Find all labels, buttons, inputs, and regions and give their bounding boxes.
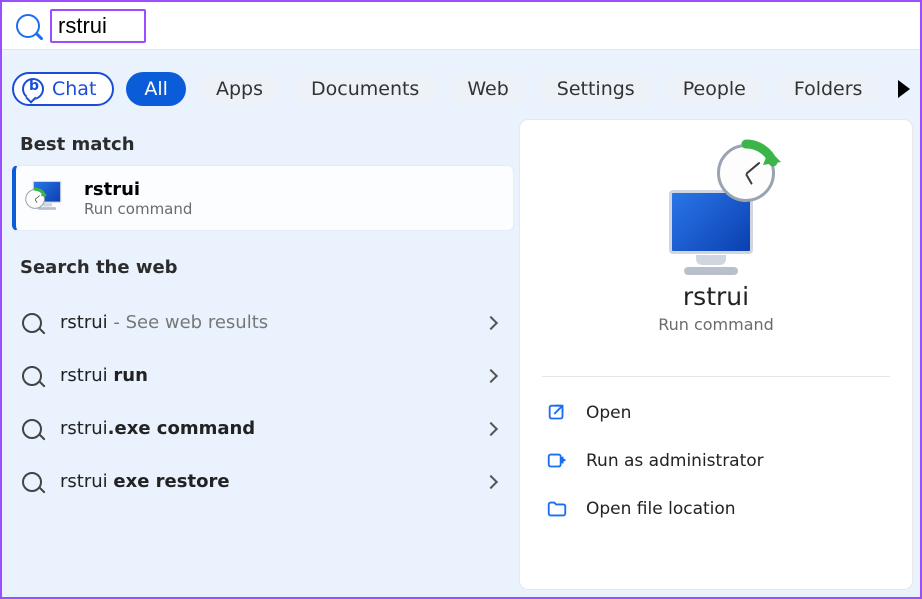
content-body: Best match rstrui Run command Search the…	[2, 120, 920, 589]
chat-label: Chat	[52, 78, 96, 100]
action-run-admin[interactable]: Run as administrator	[532, 437, 900, 485]
action-list: Open Run as administrator Open file loca…	[520, 383, 912, 539]
system-restore-icon	[661, 150, 771, 260]
best-match-title: rstrui	[84, 179, 192, 200]
search-bar	[2, 2, 920, 50]
web-result[interactable]: rstrui exe restore	[12, 455, 514, 508]
best-match-text: rstrui Run command	[84, 179, 192, 218]
filter-people[interactable]: People	[665, 72, 764, 106]
filter-folders[interactable]: Folders	[776, 72, 881, 106]
best-match-item[interactable]: rstrui Run command	[12, 165, 514, 231]
more-filters-arrow-icon[interactable]	[898, 80, 910, 98]
filter-all[interactable]: All	[126, 72, 186, 106]
search-icon	[22, 419, 42, 439]
chevron-right-icon	[484, 315, 498, 329]
bing-chat-icon	[22, 78, 44, 100]
search-icon	[22, 366, 42, 386]
filter-apps[interactable]: Apps	[198, 72, 281, 106]
results-column: Best match rstrui Run command Search the…	[6, 120, 520, 589]
detail-pane: rstrui Run command Open Run as administr…	[520, 120, 912, 589]
open-icon	[546, 402, 568, 424]
filter-settings[interactable]: Settings	[539, 72, 653, 106]
filter-row: Chat All Apps Documents Web Settings Peo…	[2, 50, 920, 120]
shield-icon	[546, 450, 568, 472]
web-result-text: rstrui exe restore	[60, 471, 230, 492]
action-label: Open	[586, 403, 631, 423]
search-icon	[22, 472, 42, 492]
chat-pill[interactable]: Chat	[12, 72, 114, 106]
search-input[interactable]	[58, 13, 138, 39]
chevron-right-icon	[484, 474, 498, 488]
system-restore-icon	[30, 191, 44, 205]
separator	[542, 376, 890, 377]
web-heading: Search the web	[12, 251, 514, 288]
web-result-text: rstrui - See web results	[60, 312, 268, 333]
web-result-text: rstrui run	[60, 365, 148, 386]
chevron-right-icon	[484, 368, 498, 382]
detail-subtitle: Run command	[658, 315, 774, 334]
folder-icon	[546, 498, 568, 520]
action-open[interactable]: Open	[532, 389, 900, 437]
web-result[interactable]: rstrui - See web results	[12, 296, 514, 349]
filter-web[interactable]: Web	[449, 72, 526, 106]
web-result-text: rstrui.exe command	[60, 418, 255, 439]
chevron-right-icon	[484, 421, 498, 435]
action-label: Run as administrator	[586, 451, 764, 471]
best-match-heading: Best match	[12, 128, 514, 165]
web-result[interactable]: rstrui run	[12, 349, 514, 402]
search-icon	[16, 14, 40, 38]
best-match-subtitle: Run command	[84, 200, 192, 218]
filter-documents[interactable]: Documents	[293, 72, 437, 106]
web-result[interactable]: rstrui.exe command	[12, 402, 514, 455]
detail-header: rstrui Run command	[520, 120, 912, 358]
action-label: Open file location	[586, 499, 736, 519]
search-highlight-box	[50, 9, 146, 43]
action-open-location[interactable]: Open file location	[532, 485, 900, 533]
detail-title: rstrui	[683, 282, 749, 311]
search-icon	[22, 313, 42, 333]
web-results-list: rstrui - See web results rstrui run rstr…	[12, 296, 514, 508]
